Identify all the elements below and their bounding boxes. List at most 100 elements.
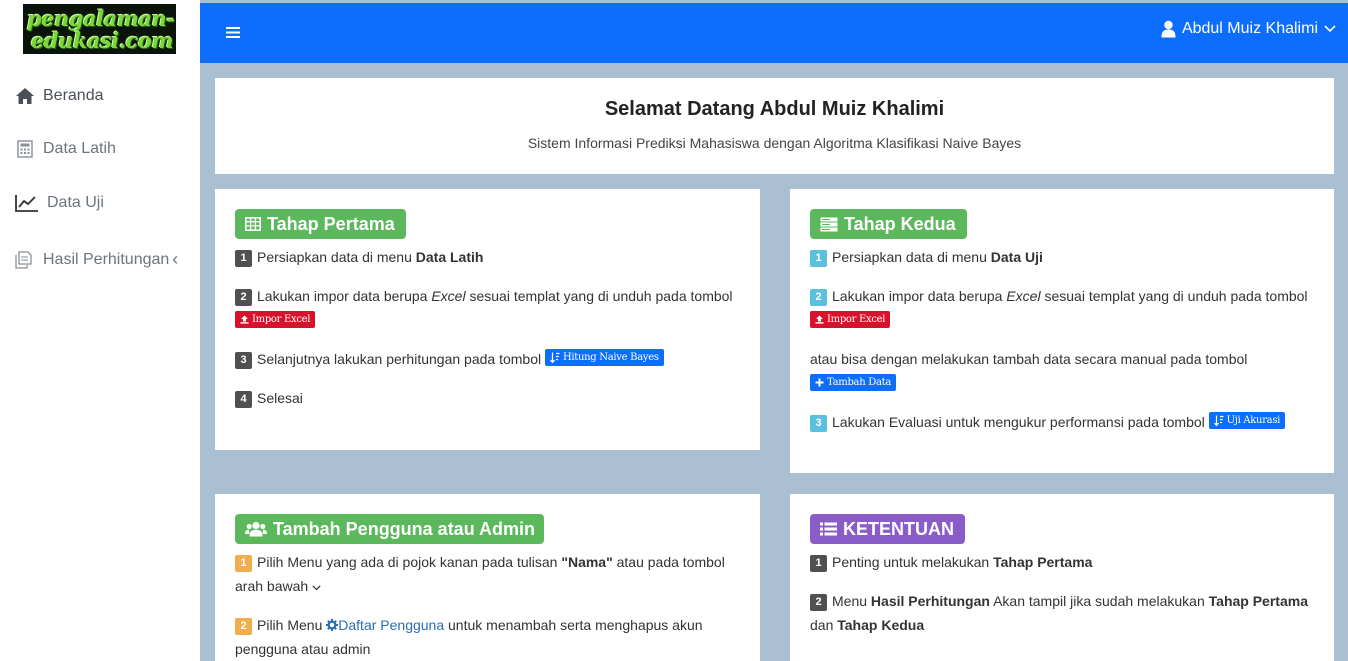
button-label: Hitung Naive Bayes xyxy=(562,351,659,363)
step-text: Persiapkan data di menu xyxy=(257,249,416,265)
step-row: 3 Selanjutnya lakukan perhitungan pada to… xyxy=(235,347,742,371)
step-text: Selanjutnya lakukan perhitungan pada tom… xyxy=(257,351,545,367)
user-icon xyxy=(1161,20,1176,38)
step-text: atau bisa dengan melakukan tambah data s… xyxy=(810,351,1248,367)
tahap-pertama-card: Tahap Pertama 1 Persiapkan data di menu D… xyxy=(215,189,760,450)
tahap-pertama-title: Tahap Pertama xyxy=(267,213,395,234)
upload-icon xyxy=(240,315,249,324)
sidebar: pengalaman- edukasi.com Beranda Data Lat… xyxy=(0,0,200,661)
tambah-data-button[interactable]: Tambah Data xyxy=(810,374,896,391)
step-text: sesuai templat yang di unduh pada tombol xyxy=(1040,288,1308,304)
step-row: 1 Pilih Menu yang ada di pojok kanan pada… xyxy=(235,550,742,598)
tahap-kedua-title: Tahap Kedua xyxy=(844,213,956,234)
calculator-icon xyxy=(14,139,36,159)
tambah-pengguna-title: Tambah Pengguna atau Admin xyxy=(273,518,536,539)
step-number: 1 xyxy=(810,250,827,267)
step-number: 1 xyxy=(235,250,252,267)
step-text: Lakukan Evaluasi untuk mengukur performa… xyxy=(832,414,1209,430)
users-icon xyxy=(245,521,267,537)
step-italic: Excel xyxy=(431,288,466,304)
step-number: 3 xyxy=(235,352,252,369)
step-bold: Tahap Pertama xyxy=(1208,593,1308,609)
uji-akurasi-button[interactable]: Uji Akurasi xyxy=(1208,412,1286,429)
step-text: Lakukan impor data berupa xyxy=(832,288,1007,304)
menu-toggle-icon[interactable] xyxy=(225,24,243,42)
impor-excel-button[interactable]: Impor Excel xyxy=(810,311,891,328)
sidebar-item-data-uji[interactable]: Data Uji xyxy=(14,193,104,213)
step-text: Menu xyxy=(832,593,871,609)
copy-icon xyxy=(14,250,36,270)
step-row: 2 Lakukan impor data berupa Excel sesuai … xyxy=(810,284,1316,332)
plus-icon xyxy=(815,378,824,387)
step-number: 2 xyxy=(810,594,827,611)
step-row: 2 Pilih Menu Daftar Pengguna untuk menamb… xyxy=(235,613,742,661)
user-menu-button[interactable]: Abdul Muiz Khalimi xyxy=(1161,20,1336,38)
chevron-left-icon: ‹ xyxy=(172,249,179,269)
button-label: Impor Excel xyxy=(827,313,886,325)
step-bold: Tahap Pertama xyxy=(993,554,1093,570)
sidebar-item-label: Data Uji xyxy=(47,194,104,211)
tahap-kedua-card: Tahap Kedua 1 Persiapkan data di menu Dat… xyxy=(790,189,1334,473)
sidebar-item-hasil-perhitungan[interactable]: Hasil Perhitungan ‹ xyxy=(14,249,178,270)
hitung-naive-bayes-button[interactable]: Hitung Naive Bayes xyxy=(544,349,664,366)
step-row: 3 Lakukan Evaluasi untuk mengukur perform… xyxy=(810,410,1316,434)
step-bold: Data Latih xyxy=(415,249,484,265)
step-row: 1 Persiapkan data di menu Data Uji xyxy=(810,245,1316,269)
step-row: 2 Lakukan impor data berupa Excel sesuai … xyxy=(235,284,742,332)
step-bold: Hasil Perhitungan xyxy=(870,593,990,609)
step-text: untuk menambah serta menghapus akun xyxy=(444,617,703,633)
step-text: pengguna atau admin xyxy=(235,641,371,657)
step-row: atau bisa dengan melakukan tambah data s… xyxy=(810,347,1316,395)
step-bold: Tahap Kedua xyxy=(837,617,925,633)
step-number: 1 xyxy=(235,555,252,572)
step-row: 2 Menu Hasil Perhitungan Akan tampil jika… xyxy=(810,589,1316,637)
step-row: 1 Persiapkan data di menu Data Latih xyxy=(235,245,742,269)
ketentuan-title: KETENTUAN xyxy=(843,518,954,539)
sidebar-item-label: Hasil Perhitungan xyxy=(43,250,170,268)
step-number: 2 xyxy=(810,289,827,306)
impor-excel-button[interactable]: Impor Excel xyxy=(235,311,316,328)
step-text: atau pada tombol xyxy=(612,554,725,570)
welcome-card: Selamat Datang Abdul Muiz Khalimi Sistem… xyxy=(215,78,1334,174)
user-name: Abdul Muiz Khalimi xyxy=(1181,20,1318,37)
tambah-pengguna-header: Tambah Pengguna atau Admin xyxy=(235,514,544,544)
step-row: 4 Selesai xyxy=(235,386,742,410)
tahap-pertama-header: Tahap Pertama xyxy=(235,209,406,239)
step-number: 3 xyxy=(810,415,827,432)
tahap-kedua-header: Tahap Kedua xyxy=(810,209,967,239)
button-label: Tambah Data xyxy=(827,376,891,388)
step-text: Pilih Menu xyxy=(257,617,327,633)
ketentuan-header: KETENTUAN xyxy=(810,514,965,544)
sidebar-item-label: Data Latih xyxy=(43,140,116,157)
step-number: 2 xyxy=(235,289,252,306)
sidebar-item-label: Beranda xyxy=(43,87,104,104)
step-text: Akan tampil jika sudah melakukan xyxy=(989,593,1209,609)
step-text: arah bawah xyxy=(235,578,309,594)
step-bold: "Nama" xyxy=(561,554,613,570)
sidebar-item-data-latih[interactable]: Data Latih xyxy=(14,139,116,159)
daftar-pengguna-link[interactable]: Daftar Pengguna xyxy=(338,617,444,633)
logo-line2: edukasi.com xyxy=(31,28,174,53)
step-bold: Data Uji xyxy=(990,249,1043,265)
upload-icon xyxy=(815,315,824,324)
welcome-subtitle: Sistem Informasi Prediksi Mahasiswa deng… xyxy=(527,135,1022,151)
server-icon xyxy=(820,217,838,232)
table-icon xyxy=(245,217,261,231)
welcome-title: Selamat Datang Abdul Muiz Khalimi xyxy=(604,98,945,120)
sort-icon xyxy=(550,352,560,363)
step-text: Selesai xyxy=(257,390,303,406)
list-icon xyxy=(820,522,837,536)
sort-icon xyxy=(1213,415,1224,426)
topbar: Abdul Muiz Khalimi xyxy=(200,3,1348,63)
step-italic: Excel xyxy=(1006,288,1041,304)
brand-logo[interactable]: pengalaman- edukasi.com xyxy=(23,4,176,54)
chevron-down-icon xyxy=(312,578,321,594)
button-label: Impor Excel xyxy=(252,313,311,325)
sidebar-item-beranda[interactable]: Beranda xyxy=(14,86,104,106)
step-text: Penting untuk melakukan xyxy=(832,554,994,570)
step-number: 1 xyxy=(810,555,827,572)
step-text: Persiapkan data di menu xyxy=(832,249,991,265)
step-number: 4 xyxy=(235,391,252,408)
chevron-down-icon xyxy=(1324,25,1336,33)
button-label: Uji Akurasi xyxy=(1226,414,1281,426)
